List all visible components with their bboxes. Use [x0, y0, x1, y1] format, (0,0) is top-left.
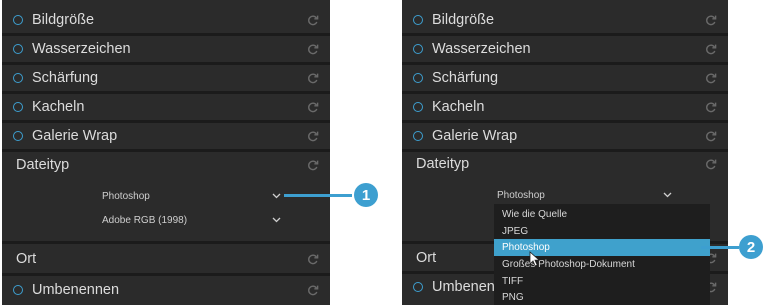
section-label: Schärfung — [432, 70, 499, 86]
reset-arrow-icon[interactable] — [306, 158, 320, 172]
callout-line-1 — [284, 194, 352, 197]
section-label: Ort — [16, 251, 37, 267]
chevron-down-icon — [663, 192, 672, 198]
section-kacheln[interactable]: Kacheln — [2, 93, 330, 121]
section-label: Dateityp — [16, 157, 70, 173]
section-label: Kacheln — [432, 99, 485, 115]
reset-arrow-icon[interactable] — [306, 42, 320, 56]
color-profile-value: Adobe RGB (1998) — [102, 214, 188, 226]
section-label: Ort — [416, 250, 437, 266]
mouse-pointer-icon — [529, 251, 541, 267]
reset-arrow-icon[interactable] — [306, 129, 320, 143]
radio-circle-icon[interactable] — [413, 15, 423, 25]
section-label: Schärfung — [32, 70, 99, 86]
divider — [2, 241, 330, 244]
radio-circle-icon[interactable] — [413, 282, 423, 292]
dropdown-option[interactable]: PNG — [494, 289, 710, 305]
reset-arrow-icon[interactable] — [306, 283, 320, 297]
reset-arrow-icon[interactable] — [704, 100, 718, 114]
section-dateityp[interactable]: Dateityp — [2, 151, 330, 179]
file-type-value: Photoshop — [497, 189, 545, 201]
dropdown-option[interactable]: TIFF — [494, 273, 710, 290]
section-dateityp[interactable]: Dateityp — [402, 150, 728, 178]
reset-arrow-icon[interactable] — [306, 252, 320, 266]
radio-circle-icon[interactable] — [13, 15, 23, 25]
section-label: Kacheln — [32, 99, 85, 115]
section-galerie-wrap[interactable]: Galerie Wrap — [2, 122, 330, 150]
section-bildgroesse[interactable]: Bildgröße — [402, 6, 728, 34]
chevron-down-icon — [272, 193, 281, 199]
dropdown-option-selected[interactable]: Photoshop — [494, 239, 710, 256]
section-schaerfung[interactable]: Schärfung — [2, 64, 330, 92]
section-label: Galerie Wrap — [432, 128, 518, 144]
section-schaerfung[interactable]: Schärfung — [402, 64, 728, 92]
section-label: Bildgröße — [32, 12, 95, 28]
file-type-dropdown-menu: Wie die Quelle JPEG Photoshop Großes Pho… — [494, 204, 710, 305]
reset-arrow-icon[interactable] — [306, 100, 320, 114]
radio-circle-icon[interactable] — [13, 102, 23, 112]
reset-arrow-icon[interactable] — [306, 71, 320, 85]
section-galerie-wrap[interactable]: Galerie Wrap — [402, 122, 728, 150]
radio-circle-icon[interactable] — [13, 73, 23, 83]
reset-arrow-icon[interactable] — [704, 157, 718, 171]
file-type-value: Photoshop — [102, 190, 150, 202]
export-panel-left: Bildgröße Wasserzeichen Schärfung Kachel… — [2, 0, 330, 305]
section-kacheln[interactable]: Kacheln — [402, 93, 728, 121]
section-label: Bildgröße — [432, 12, 495, 28]
section-wasserzeichen[interactable]: Wasserzeichen — [2, 35, 330, 63]
reset-arrow-icon[interactable] — [704, 129, 718, 143]
section-umbenennen[interactable]: Umbenennen — [2, 276, 330, 304]
radio-circle-icon[interactable] — [413, 131, 423, 141]
file-type-select[interactable]: Photoshop — [102, 188, 282, 204]
callout-line-2 — [701, 246, 739, 249]
reset-arrow-icon[interactable] — [306, 13, 320, 27]
radio-circle-icon[interactable] — [13, 285, 23, 295]
section-label: Dateityp — [416, 156, 470, 172]
callout-badge-2: 2 — [739, 235, 763, 259]
section-label: Wasserzeichen — [32, 41, 131, 57]
radio-circle-icon[interactable] — [13, 131, 23, 141]
reset-arrow-icon[interactable] — [704, 71, 718, 85]
section-wasserzeichen[interactable]: Wasserzeichen — [402, 35, 728, 63]
dropdown-option[interactable]: JPEG — [494, 223, 710, 240]
section-ort[interactable]: Ort — [2, 245, 330, 273]
radio-circle-icon[interactable] — [413, 102, 423, 112]
section-label: Umbenennen — [32, 282, 120, 298]
color-profile-select[interactable]: Adobe RGB (1998) — [102, 212, 282, 228]
section-label: Galerie Wrap — [32, 128, 118, 144]
reset-arrow-icon[interactable] — [704, 13, 718, 27]
callout-badge-1: 1 — [354, 183, 378, 207]
section-bildgroesse[interactable]: Bildgröße — [2, 6, 330, 34]
dropdown-option[interactable]: Wie die Quelle — [494, 206, 710, 223]
file-type-select[interactable]: Photoshop — [497, 187, 677, 203]
radio-circle-icon[interactable] — [13, 44, 23, 54]
section-label: Wasserzeichen — [432, 41, 531, 57]
dropdown-option[interactable]: Großes Photoshop-Dokument — [494, 256, 710, 273]
radio-circle-icon[interactable] — [413, 73, 423, 83]
radio-circle-icon[interactable] — [413, 44, 423, 54]
reset-arrow-icon[interactable] — [704, 42, 718, 56]
chevron-down-icon — [272, 217, 281, 223]
export-panel-right: Bildgröße Wasserzeichen Schärfung Kachel… — [402, 0, 728, 305]
